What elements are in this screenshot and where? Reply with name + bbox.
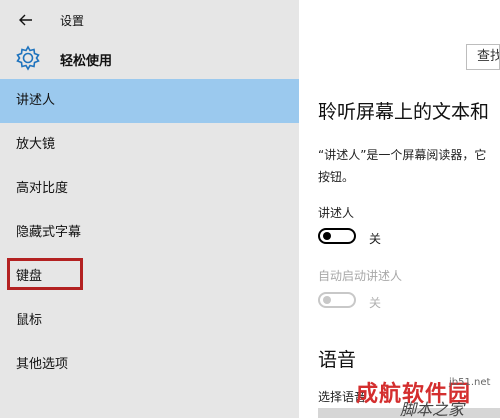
section-title: 轻松使用 [60,54,113,69]
voice-heading: 语音 [318,349,357,371]
section-header: 轻松使用 [0,40,299,76]
title-bar: 设置 [0,0,299,40]
sidebar-item-label: 放大镜 [16,137,56,152]
narrator-toggle-state: 关 [369,232,382,246]
sidebar-item-mouse[interactable]: 鼠标 [0,299,299,343]
gear-icon [16,45,40,71]
toggle-knob [323,296,331,304]
sidebar-item-other-options[interactable]: 其他选项 [0,343,299,387]
search-input[interactable]: 查找 [466,44,500,70]
sidebar-item-label: 隐藏式字幕 [16,225,82,240]
sidebar-item-label: 讲述人 [16,93,56,108]
sidebar: 设置 轻松使用 讲述人 放大镜 高对比度 隐藏式字幕 键盘 鼠标 其他选项 [0,0,299,418]
keyboard-highlight-box [7,258,83,290]
sidebar-item-closed-captions[interactable]: 隐藏式字幕 [0,211,299,255]
narrator-toggle[interactable] [318,228,356,244]
watermark-name: 脚本之家 [400,400,465,419]
sidebar-item-label: 其他选项 [16,357,69,372]
sidebar-item-magnifier[interactable]: 放大镜 [0,123,299,167]
autostart-toggle-state: 关 [369,296,382,310]
narrator-description: “讲述人”是一个屏幕阅读器，它 按钮。 [318,144,500,188]
back-button[interactable] [14,9,38,31]
description-line: 按钮。 [318,170,355,184]
autostart-label: 自动启动讲述人 [318,269,403,283]
window-title: 设置 [60,14,85,28]
autostart-toggle[interactable] [318,292,356,308]
narrator-heading: 聆听屏幕上的文本和 [318,101,490,123]
sidebar-item-high-contrast[interactable]: 高对比度 [0,167,299,211]
toggle-knob [323,232,331,240]
sidebar-item-narrator[interactable]: 讲述人 [0,79,299,123]
content-pane: 查找 聆听屏幕上的文本和 “讲述人”是一个屏幕阅读器，它 按钮。 讲述人 关 自… [299,0,500,418]
sidebar-item-label: 高对比度 [16,181,69,196]
watermark-url: jb51.net [449,377,491,388]
narrator-label: 讲述人 [318,206,355,220]
back-arrow-icon [19,14,32,26]
sidebar-item-label: 鼠标 [16,313,43,328]
description-line: “讲述人”是一个屏幕阅读器，它 [318,148,487,162]
